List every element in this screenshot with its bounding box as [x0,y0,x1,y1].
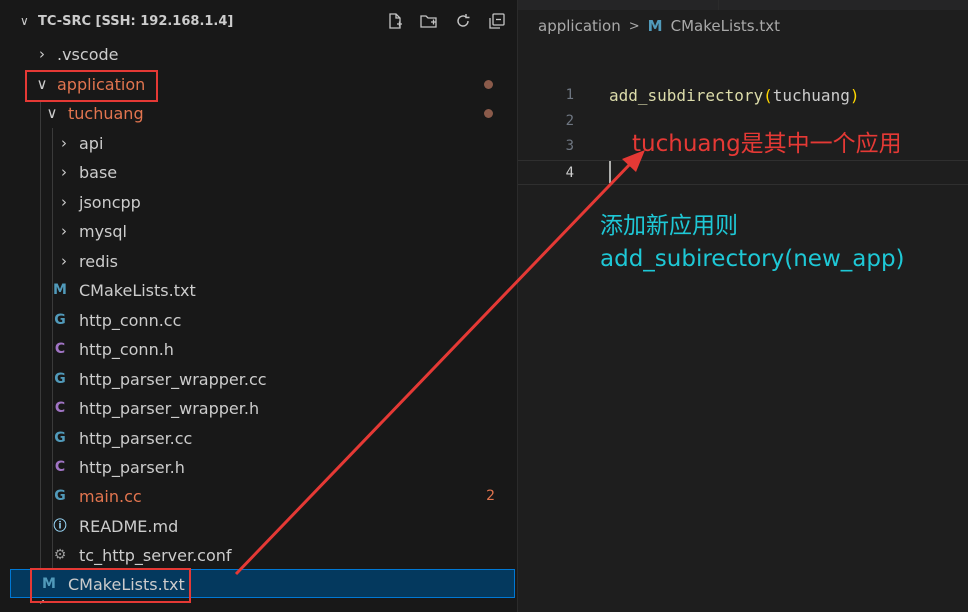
cpp-file-icon: G [54,430,66,446]
explorer-actions [385,12,507,32]
cpp-file-icon: G [54,488,66,504]
collapse-all-icon[interactable] [487,12,507,32]
code-argument: tuchuang [772,86,850,105]
problem-count-badge: 2 [486,488,495,504]
tree-item-label: .vscode [57,45,119,64]
refresh-icon[interactable] [453,12,473,32]
tree-item-label: main.cc [79,487,142,506]
tree-item-label: redis [79,252,119,271]
code-bracket: ( [763,86,773,105]
chevron-right-icon[interactable]: › [58,158,70,187]
tree-item-vscode[interactable]: › .vscode [0,40,517,69]
explorer-sidebar: ∨ TC-SRC [SSH: 192.168.1.4] › .vscode ∨ [0,0,518,612]
chevron-down-icon[interactable]: ∨ [20,14,34,28]
editor-tab-bar [518,0,968,10]
modified-dot-icon [484,80,493,89]
tree-item-jsoncpp[interactable]: › jsoncpp [0,188,517,217]
code-text[interactable]: add_subdirectory(tuchuang) [609,83,859,108]
line-number: 1 [565,87,574,103]
chevron-down-icon[interactable]: ∨ [46,99,58,128]
annotation-cyan-line1: 添加新应用则 [600,213,738,239]
editor-tab[interactable] [518,0,719,10]
tree-item-http-conn-h[interactable]: C http_conn.h [0,335,517,364]
annotation-red-note: tuchuang是其中一个应用 [632,131,902,157]
tree-item-api[interactable]: › api [0,129,517,158]
explorer-title[interactable]: TC-SRC [SSH: 192.168.1.4] [38,14,233,29]
gear-icon: ⚙ [53,547,67,563]
new-folder-icon[interactable] [419,12,439,32]
tree-item-label: http_parser.h [79,458,185,477]
tree-item-label: jsoncpp [79,193,141,212]
code-function: add_subdirectory [609,86,764,105]
cpp-file-icon: G [54,371,66,387]
chevron-right-icon[interactable]: › [58,247,70,276]
tree-item-label: base [79,163,118,182]
chevron-right-icon[interactable]: › [58,188,70,217]
c-header-file-icon: C [54,341,66,357]
code-bracket: ) [849,86,860,105]
tree-item-label: http_parser_wrapper.cc [79,370,267,389]
tree-item-http-parser-h[interactable]: C http_parser.h [0,453,517,482]
c-header-file-icon: C [54,400,66,416]
highlight-box-application [25,70,158,102]
tree-item-label: README.md [79,517,179,536]
breadcrumb: application > M CMakeLists.txt [538,16,780,36]
line-number: 3 [565,138,574,154]
breadcrumb-separator: > [628,18,640,34]
line-number: 4 [565,165,574,181]
chevron-right-icon[interactable]: › [36,40,48,69]
tree-item-label: CMakeLists.txt [79,281,196,300]
tree-item-http-parser-wrapper-h[interactable]: C http_parser_wrapper.h [0,394,517,423]
line-number: 2 [565,113,574,129]
tree-item-cmakelists[interactable]: M CMakeLists.txt [0,276,517,305]
annotation-cyan-note: 添加新应用则 add_subirectory(new_app) [600,210,905,276]
cmake-file-icon: M [53,282,67,298]
tree-item-label: http_parser.cc [79,429,193,448]
code-line-1[interactable]: 1 add_subdirectory(tuchuang) [518,83,968,108]
tree-item-label: api [79,134,104,153]
tree-item-http-conn-cc[interactable]: G http_conn.cc [0,306,517,335]
new-file-icon[interactable] [385,12,405,32]
tree-item-mysql[interactable]: › mysql [0,217,517,246]
tree-item-tc-http-server-conf[interactable]: ⚙ tc_http_server.conf [0,541,517,570]
tree-item-http-parser-wrapper-cc[interactable]: G http_parser_wrapper.cc [0,365,517,394]
info-icon: ⓘ [53,519,67,534]
cmake-file-icon: M [647,17,663,35]
code-line-4[interactable]: 4 [518,160,968,185]
breadcrumb-file[interactable]: CMakeLists.txt [671,17,780,35]
cpp-file-icon: G [54,312,66,328]
tree-item-label: mysql [79,222,127,241]
tree-item-readme[interactable]: ⓘ README.md [0,512,517,541]
text-cursor [609,161,611,183]
breadcrumb-folder[interactable]: application [538,17,621,35]
tree-item-label: http_conn.h [79,340,174,359]
tree-item-label: http_parser_wrapper.h [79,399,260,418]
annotation-cyan-line2: add_subirectory(new_app) [600,246,905,272]
tree-item-label: tc_http_server.conf [79,546,232,565]
tree-item-main-cc[interactable]: G main.cc 2 [0,482,517,511]
chevron-right-icon[interactable]: › [58,217,70,246]
tree-item-label: tuchuang [68,104,144,123]
tree-item-base[interactable]: › base [0,158,517,187]
tree-item-label: http_conn.cc [79,311,182,330]
chevron-right-icon[interactable]: › [58,129,70,158]
tree-item-tuchuang[interactable]: ∨ tuchuang [0,99,517,128]
modified-dot-icon [484,109,493,118]
tree-item-http-parser-cc[interactable]: G http_parser.cc [0,424,517,453]
c-header-file-icon: C [54,459,66,475]
explorer-header[interactable]: ∨ TC-SRC [SSH: 192.168.1.4] [0,0,517,44]
highlight-box-cmakelists [30,568,191,603]
tree-item-redis[interactable]: › redis [0,247,517,276]
